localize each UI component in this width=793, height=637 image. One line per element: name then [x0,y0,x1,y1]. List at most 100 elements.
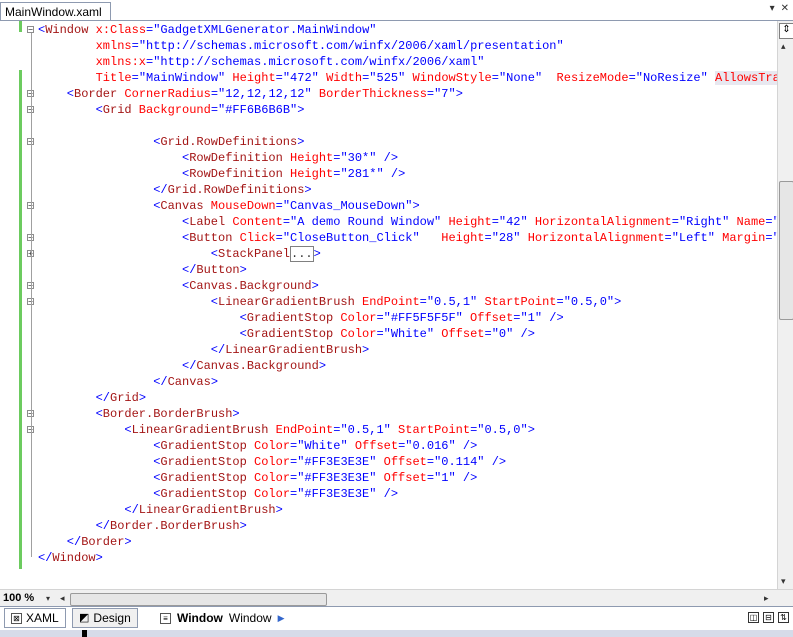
vertical-scroll-thumb[interactable] [779,181,793,320]
code-token: Canvas [167,375,211,389]
xaml-code-editor[interactable]: − <Window x:Class="GadgetXMLGenerator.Mai… [0,21,777,589]
code-token: GradientStop [160,487,247,501]
code-token: = [664,231,672,245]
tab-design[interactable]: ◩ Design [72,608,138,628]
horizontal-scroll-thumb[interactable] [70,593,327,606]
code-token: "#FF5F5F5F" [383,311,463,325]
code-line[interactable]: </LinearGradientBrush> [0,342,777,358]
code-line[interactable]: xmlns:x="http://schemas.microsoft.com/wi… [0,54,777,70]
code-line[interactable]: −<Canvas MouseDown="Canvas_MouseDown"> [0,198,777,214]
code-token: "0" [491,327,514,341]
code-line[interactable]: </Window> [0,550,777,566]
code-token: = [210,87,219,101]
breadcrumb-item-window[interactable]: Window [177,611,223,625]
code-token: EndPoint [268,423,334,437]
code-line[interactable]: <GradientStop Color="#FF5F5F5F" Offset="… [0,310,777,326]
code-token: </ [95,519,110,533]
code-line[interactable]: −<Grid Background="#FF6B6B6B"> [0,102,777,118]
tab-close-icon[interactable]: ✕ [781,3,789,14]
code-token: > [614,295,622,309]
code-line[interactable]: <GradientStop Color="#FF3E3E3E" /> [0,486,777,502]
code-line[interactable]: </Button> [0,262,777,278]
vertical-split-icon[interactable]: ◫ [748,612,759,623]
code-token: Offset [376,471,427,485]
code-line[interactable]: </Canvas> [0,374,777,390]
code-token[interactable]: ... [290,246,314,262]
code-token: "Right" [678,215,730,229]
document-tab[interactable]: MainWindow.xaml [0,2,111,20]
code-token: "0.5,0" [563,295,615,309]
tab-controls: ▾ ✕ [770,3,789,14]
code-token: "http://schemas.microsoft.com/winfx/2006… [153,55,485,69]
zoom-dropdown-icon[interactable]: ▾ [46,594,50,603]
code-token: = [484,231,492,245]
code-text: xmlns:x="http://schemas.microsoft.com/wi… [96,54,485,70]
tab-design-label: Design [93,611,131,625]
code-line[interactable]: </Canvas.Background> [0,358,777,374]
zoom-level[interactable]: 100 % [3,592,34,604]
code-token: Color [246,439,291,453]
code-line[interactable]: <RowDefinition Height="30*" /> [0,150,777,166]
code-token: "A demo Round Window" [290,215,442,229]
code-token: "0.114" [434,455,485,469]
code-token: = [765,231,773,245]
code-token: LinearGradientBrush [225,343,363,357]
collapse-icon[interactable]: − [27,26,34,34]
code-token: GradientStop [246,311,334,325]
code-line[interactable]: </Border> [0,534,777,550]
view-tab-bar: ⊠ XAML ◩ Design ≡ Window Window ▶ ◫ ⊟ ⇅ [0,606,793,631]
code-token: "http://schemas.microsoft.com/winfx/2006… [138,39,564,53]
breadcrumb-item-type[interactable]: Window [229,611,272,625]
scroll-up-arrow-icon[interactable]: ▴ [781,41,786,52]
split-icon[interactable]: ⇕ [779,23,793,39]
code-text: <Window x:Class="GadgetXMLGenerator.Main… [38,22,376,38]
code-line[interactable]: <GradientStop Color="White" Offset="0" /… [0,326,777,342]
code-line[interactable]: −<LinearGradientBrush EndPoint="0.5,1" S… [0,294,777,310]
scroll-down-arrow-icon[interactable]: ▾ [781,576,786,587]
horizontal-split-icon[interactable]: ⊟ [763,612,774,623]
swap-panes-icon[interactable]: ⇅ [778,612,789,623]
code-token: WindowStyle [405,71,492,85]
document-tab-strip: MainWindow.xaml ▾ ✕ [0,0,793,21]
code-text: <Grid.RowDefinitions> [153,134,304,150]
code-token: BorderThickness [311,87,427,101]
code-token: > [313,247,321,261]
code-token: Grid [102,103,132,117]
code-line[interactable]: −<Button Click="CloseButton_Click" Heigh… [0,230,777,246]
code-token: "0.5,1" [426,295,478,309]
code-line[interactable]: <GradientStop Color="#FF3E3E3E" Offset="… [0,454,777,470]
code-token: = [491,71,499,85]
code-line[interactable]: <GradientStop Color="#FF3E3E3E" Offset="… [0,470,777,486]
code-line[interactable]: <GradientStop Color="White" Offset="0.01… [0,438,777,454]
code-line[interactable]: Title="MainWindow" Height="472" Width="5… [0,70,777,86]
code-line[interactable]: </LinearGradientBrush> [0,502,777,518]
code-line[interactable]: −<Canvas.Background> [0,278,777,294]
scroll-right-arrow-icon[interactable]: ▸ [764,593,769,604]
code-line[interactable]: −<Border.BorderBrush> [0,406,777,422]
code-line[interactable]: <Label Content="A demo Round Window" Hei… [0,214,777,230]
code-line[interactable]: </Grid.RowDefinitions> [0,182,777,198]
vertical-scrollbar[interactable]: ⇕ ▴ ▾ [777,21,793,589]
code-line[interactable]: </Grid> [0,390,777,406]
code-token: Offset [376,455,427,469]
scroll-left-arrow-icon[interactable]: ◂ [60,593,65,604]
code-line[interactable]: − <Window x:Class="GadgetXMLGenerator.Mai… [0,22,777,38]
code-text: <GradientStop Color="#FF3E3E3E" Offset="… [153,470,477,486]
code-line[interactable]: −<Border CornerRadius="12,12,12,12" Bord… [0,86,777,102]
tab-xaml[interactable]: ⊠ XAML [4,608,66,628]
code-token: > [297,135,305,149]
code-token: "0.5,1" [340,423,391,437]
code-token: > [318,359,327,373]
code-line[interactable]: −<Grid.RowDefinitions> [0,134,777,150]
code-line[interactable]: −<LinearGradientBrush EndPoint="0.5,1" S… [0,422,777,438]
tab-xaml-label: XAML [26,611,59,625]
document-outline-icon[interactable]: ≡ [160,612,171,624]
code-line[interactable]: xmlns="http://schemas.microsoft.com/winf… [0,38,777,54]
code-token: Title [95,71,132,85]
tab-dropdown-icon[interactable]: ▾ [770,3,775,14]
code-line[interactable] [0,118,777,134]
breadcrumb-arrow-icon[interactable]: ▶ [278,613,285,624]
code-line[interactable]: </Border.BorderBrush> [0,518,777,534]
code-line[interactable]: <RowDefinition Height="281*" /> [0,166,777,182]
code-line[interactable]: +<StackPanel...> [0,246,777,262]
